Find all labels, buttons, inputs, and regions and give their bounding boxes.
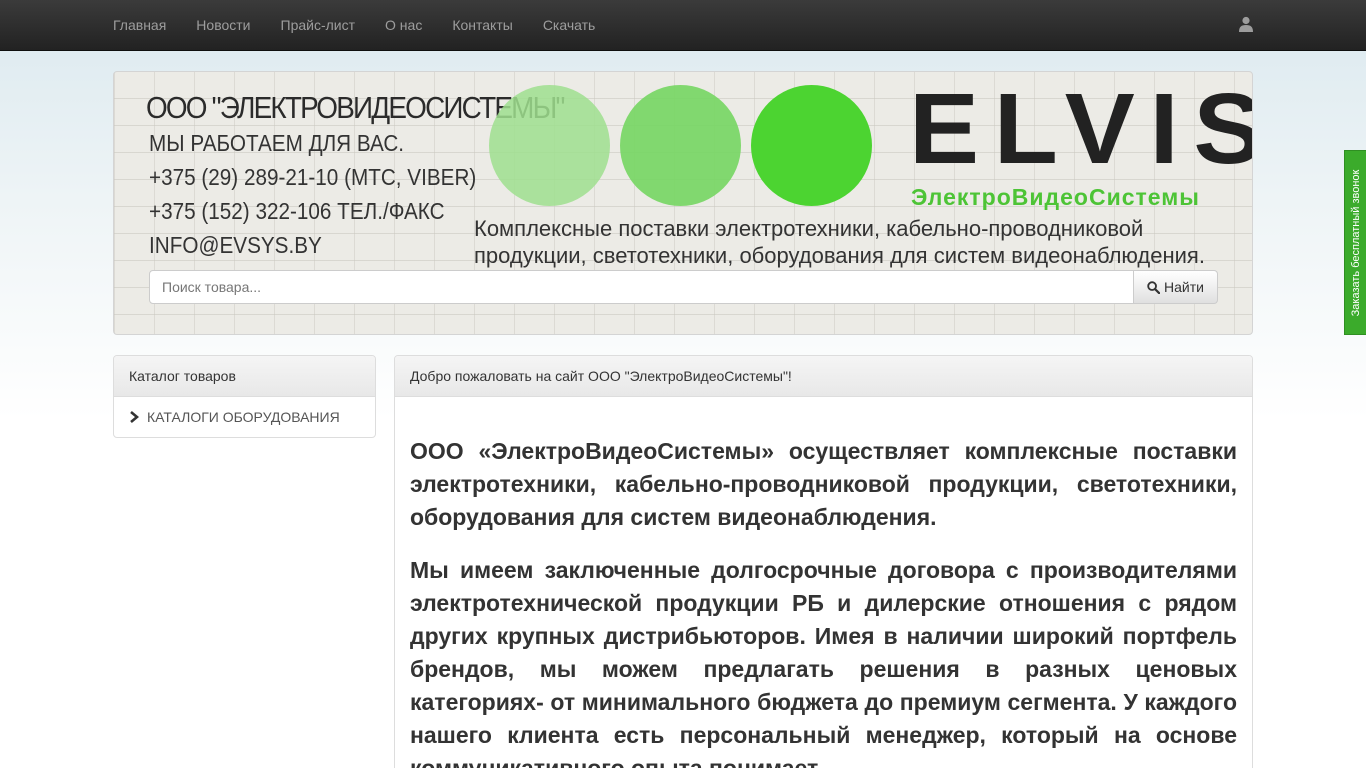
welcome-panel: Добро пожаловать на сайт ООО "ЭлектроВид… <box>394 355 1253 768</box>
banner-email: INFO@EVSYS.BY <box>149 232 322 258</box>
search-input[interactable] <box>149 270 1134 304</box>
search-button[interactable]: Найти <box>1134 270 1218 304</box>
header-banner: ООО "ЭЛЕКТРОВИДЕОСИСТЕМЫ" МЫ РАБОТАЕМ ДЛ… <box>113 71 1253 335</box>
catalog-heading: Каталог товаров <box>114 356 375 397</box>
banner-slogan: МЫ РАБОТАЕМ ДЛЯ ВАС. <box>149 130 405 156</box>
banner-description-line-2: продукции, светотехники, оборудования дл… <box>474 243 1205 268</box>
nav-contacts[interactable]: Контакты <box>437 0 527 50</box>
user-icon[interactable] <box>1238 16 1254 32</box>
top-navbar: Главная Новости Прайс-лист О нас Контакт… <box>0 0 1366 51</box>
banner-description-line-1: Комплексные поставки электротехники, каб… <box>474 216 1144 241</box>
nav-home[interactable]: Главная <box>98 0 181 50</box>
nav-menu: Главная Новости Прайс-лист О нас Контакт… <box>98 0 610 50</box>
nav-price-list[interactable]: Прайс-лист <box>266 0 371 50</box>
catalog-item-equipment[interactable]: КАТАЛОГИ ОБОРУДОВАНИЯ <box>114 397 375 437</box>
catalog-panel: Каталог товаров КАТАЛОГИ ОБОРУДОВАНИЯ <box>113 355 376 438</box>
logo-circle-light <box>489 85 610 206</box>
nav-news[interactable]: Новости <box>181 0 265 50</box>
about-paragraph: Мы имеем заключенные долгосрочные догово… <box>410 557 1237 768</box>
search-group: Найти <box>149 270 1218 304</box>
welcome-heading: Добро пожаловать на сайт ООО "ЭлектроВид… <box>395 356 1252 397</box>
nav-about[interactable]: О нас <box>370 0 437 50</box>
banner-phone-fax: +375 (152) 322-106 ТЕЛ./ФАКС <box>149 198 445 224</box>
logo-circle-strong <box>751 85 872 206</box>
logo-subtitle: ЭлектроВидеоСистемы <box>911 184 1200 210</box>
chevron-right-icon <box>130 411 139 423</box>
search-button-label: Найти <box>1164 279 1204 295</box>
callback-tab-label: Заказать бесплатный звонок <box>1349 169 1362 316</box>
banner-phone-mobile: +375 (29) 289-21-10 (МТС, VIBER) <box>149 164 477 190</box>
nav-download[interactable]: Скачать <box>528 0 611 50</box>
callback-request-tab[interactable]: Заказать бесплатный звонок <box>1344 150 1366 335</box>
elvis-logo: ELVIS <box>909 73 1253 185</box>
catalog-item-label: КАТАЛОГИ ОБОРУДОВАНИЯ <box>147 409 340 425</box>
welcome-body: ООО «ЭлектроВидеоСистемы» осуществляет к… <box>395 397 1252 768</box>
intro-paragraph: ООО «ЭлектроВидеоСистемы» осуществляет к… <box>410 438 1237 530</box>
search-icon <box>1147 280 1161 294</box>
banner-description: Комплексные поставки электротехники, каб… <box>474 215 1252 269</box>
logo-circle-mid <box>620 85 741 206</box>
